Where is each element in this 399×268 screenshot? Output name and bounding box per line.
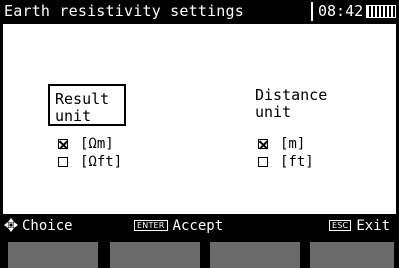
settings-panel: Result unit [Ωm] [Ωft] Distance unit [m]…: [3, 24, 396, 214]
option-label: [Ωm]: [80, 136, 114, 152]
accept-label: Accept: [172, 218, 224, 234]
distance-unit-label: Distance unit: [255, 86, 328, 121]
checkbox-empty-icon: [58, 157, 68, 167]
title-bar: Earth resistivity settings 08:42: [0, 0, 399, 23]
distance-unit-option-m[interactable]: [m]: [258, 136, 305, 153]
checkbox-checked-icon: [258, 139, 268, 149]
clock: 08:42: [318, 2, 364, 20]
distance-unit-option-ft[interactable]: [ft]: [258, 154, 314, 171]
exit-label: Exit: [356, 218, 391, 234]
result-unit-group-selected[interactable]: Result unit: [48, 84, 126, 126]
choice-hint: Choice: [4, 218, 73, 234]
choice-label: Choice: [22, 218, 73, 234]
title-divider: [311, 2, 313, 21]
screen-title: Earth resistivity settings: [4, 2, 244, 20]
esc-key-icon: ESC: [329, 220, 352, 231]
function-key-4[interactable]: [310, 242, 394, 268]
option-label: [Ωft]: [80, 154, 123, 170]
function-key-2[interactable]: [110, 242, 200, 268]
accept-hint: ENTER Accept: [134, 218, 223, 234]
function-key-1[interactable]: [8, 242, 98, 268]
checkbox-checked-icon: [58, 139, 68, 149]
function-key-bar: [0, 238, 399, 268]
exit-hint: ESC Exit: [329, 218, 390, 234]
device-screen: Earth resistivity settings 08:42 Result …: [0, 0, 399, 268]
result-unit-option-ohm-ft[interactable]: [Ωft]: [58, 154, 122, 171]
option-label: [m]: [280, 136, 306, 152]
battery-full-icon: [366, 5, 396, 18]
function-key-3[interactable]: [210, 242, 300, 268]
help-bar: Choice ENTER Accept ESC Exit: [0, 214, 399, 238]
four-way-arrow-icon: [4, 218, 18, 232]
result-unit-label: Result unit: [55, 90, 110, 125]
enter-key-icon: ENTER: [134, 220, 168, 231]
checkbox-empty-icon: [258, 157, 268, 167]
option-label: [ft]: [280, 154, 314, 170]
result-unit-option-ohm-m[interactable]: [Ωm]: [58, 136, 114, 153]
